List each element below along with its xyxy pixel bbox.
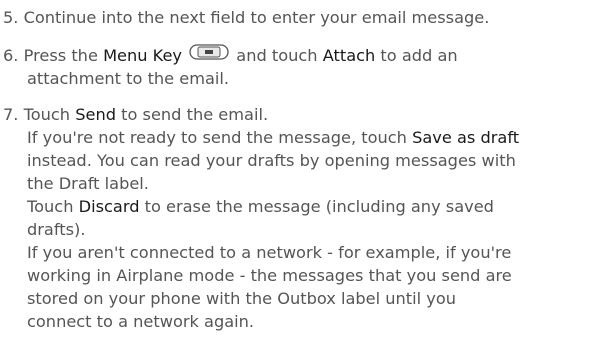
step-5: 5. Continue into the next field to enter…: [3, 6, 489, 29]
step-7-line-7: If you aren't connected to a network - f…: [27, 241, 511, 264]
step-7-line-4: the Draft label.: [27, 172, 149, 195]
step-6-line-2: attachment to the email.: [27, 67, 229, 90]
send-label: Send: [75, 105, 116, 124]
step-7-l6-text: drafts).: [27, 220, 86, 239]
step-5-text: 5. Continue into the next field to enter…: [3, 8, 490, 27]
menu-key-label: Menu Key: [103, 46, 182, 65]
step-7-suffix: to send the email.: [115, 105, 269, 124]
step-7-line-6: drafts).: [27, 218, 86, 241]
step-7-line-5: Touch Discard to erase the message (incl…: [27, 195, 494, 218]
step-6-prefix: 6. Press the: [3, 46, 104, 65]
step-7-l8-text: working in Airplane mode - the messages …: [27, 266, 512, 285]
manual-page: 5. Continue into the next field to enter…: [0, 0, 590, 344]
step-7-line-3: instead. You can read your drafts by ope…: [27, 149, 516, 172]
step-7-line-2: If you're not ready to send the message,…: [27, 126, 519, 149]
step-7-l3-text: instead. You can read your drafts by ope…: [27, 151, 516, 170]
step-7: 7. Touch Send to send the email.: [3, 103, 268, 126]
step-7-l9-text: stored on your phone with the Outbox lab…: [27, 289, 457, 308]
step-6-mid: and touch: [231, 46, 323, 65]
step-6-line-2-text: attachment to the email.: [27, 69, 230, 88]
step-7-line-10: connect to a network again.: [27, 310, 254, 333]
step-7-l5-prefix: Touch: [27, 197, 79, 216]
step-7-line-8: working in Airplane mode - the messages …: [27, 264, 512, 287]
step-7-l5-suffix: to erase the message (including any save…: [139, 197, 494, 216]
step-6: 6. Press the Menu Key and touch Attach t…: [3, 44, 458, 68]
step-7-prefix: 7. Touch: [3, 105, 76, 124]
step-7-l4-text: the Draft label.: [27, 174, 149, 193]
attach-label: Attach: [322, 46, 376, 65]
menu-key-icon: [189, 43, 229, 66]
step-7-l10-text: connect to a network again.: [27, 312, 255, 331]
save-as-draft-label: Save as draft: [412, 128, 520, 147]
discard-label: Discard: [78, 197, 140, 216]
step-6-suffix: to add an: [375, 46, 458, 65]
step-7-line-9: stored on your phone with the Outbox lab…: [27, 287, 456, 310]
step-7-l7-text: If you aren't connected to a network - f…: [27, 243, 512, 262]
step-7-l2-prefix: If you're not ready to send the message,…: [27, 128, 413, 147]
